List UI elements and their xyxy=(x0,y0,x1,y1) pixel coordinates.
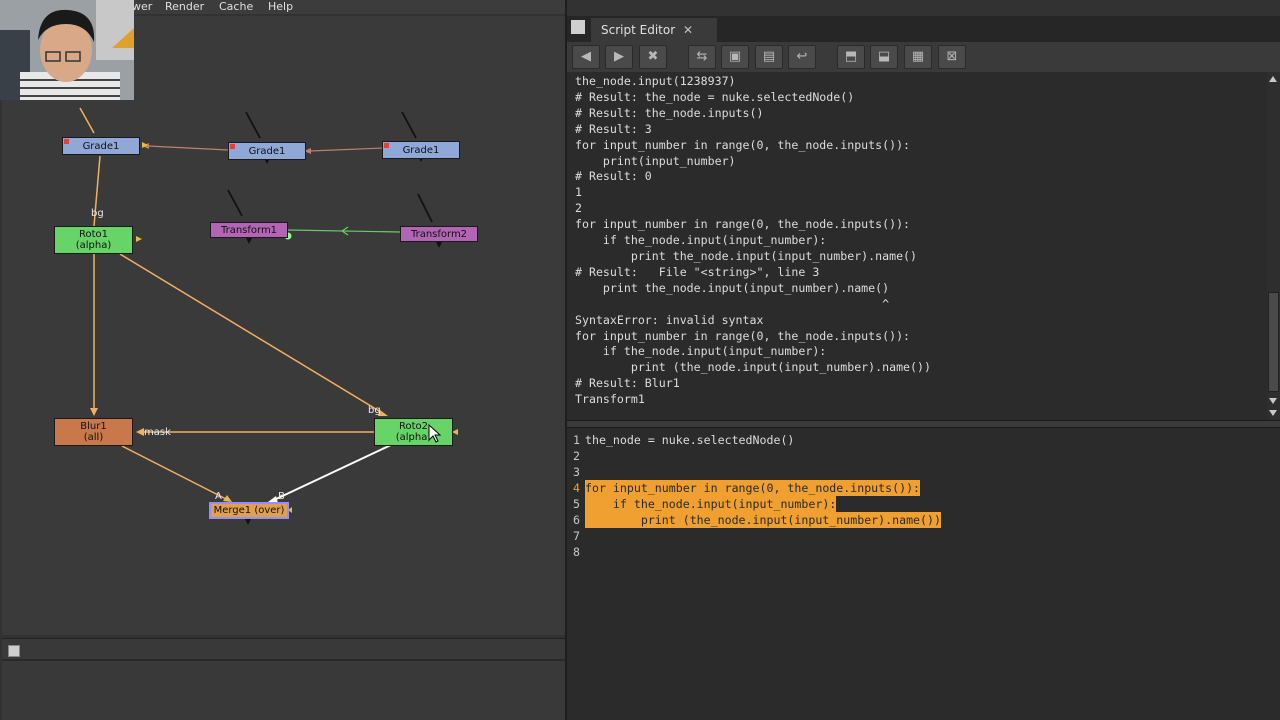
script-output-pane[interactable]: the_node.input(1238937) # Result: the_no… xyxy=(567,72,1267,420)
presenter-image xyxy=(0,0,134,100)
node-indicator-icon xyxy=(230,144,235,149)
scroll-down-icon[interactable] xyxy=(1269,398,1277,404)
code-line[interactable]: 2 xyxy=(567,448,1280,464)
clear-output-icon[interactable]: ⊠ xyxy=(938,45,966,69)
edge-label-a: A xyxy=(215,491,222,502)
node-label: Grade1 xyxy=(82,140,120,152)
close-icon[interactable]: ✕ xyxy=(683,18,693,42)
tab-script-editor[interactable]: Script Editor ✕ xyxy=(591,18,717,42)
show-output-only-icon[interactable]: ⬓ xyxy=(870,45,898,69)
node-sublabel: (alpha) xyxy=(75,240,112,251)
code-text-selected: print (the_node.input(input_number).name… xyxy=(585,512,941,528)
menu-viewer[interactable]: wer xyxy=(132,0,152,13)
code-line[interactable]: 5 if the_node.input(input_number): xyxy=(567,496,1280,512)
edge-label-mask: mask xyxy=(144,427,171,438)
code-line[interactable]: 8 xyxy=(567,544,1280,560)
node-label: Merge1 (over) xyxy=(213,505,285,516)
node-sublabel: (all) xyxy=(83,432,104,443)
edge-label-b: B xyxy=(278,491,285,502)
node-label: Roto1 xyxy=(78,229,109,240)
script-editor-tabbar: Script Editor ✕ xyxy=(567,16,1280,42)
line-number: 1 xyxy=(573,433,580,447)
edge-label-bg: bg xyxy=(368,405,381,416)
script-input-lines[interactable]: 1 the_node = nuke.selectedNode() 2 3 4 for… xyxy=(567,432,1280,560)
clear-history-icon[interactable]: ✖ xyxy=(639,45,667,69)
code-line[interactable]: 1 the_node = nuke.selectedNode() xyxy=(567,432,1280,448)
line-number: 6 xyxy=(573,513,580,527)
edge-label-bg: bg xyxy=(91,208,104,219)
node-grade1-a[interactable]: Grade1 xyxy=(62,137,140,155)
script-input-pane[interactable]: 1 the_node = nuke.selectedNode() 2 3 4 for… xyxy=(567,428,1280,720)
menu-cache[interactable]: Cache xyxy=(219,0,253,13)
script-output-text: the_node.input(1238937) # Result: the_no… xyxy=(575,74,931,407)
node-label: Transform2 xyxy=(410,228,468,240)
line-number: 7 xyxy=(573,529,580,543)
node-graph-pipes xyxy=(79,107,458,525)
panel-grip-icon[interactable] xyxy=(8,645,20,657)
node-label: Grade1 xyxy=(402,144,440,156)
node-transform1[interactable]: Transform1 xyxy=(210,222,288,238)
pane-grip-icon[interactable] xyxy=(571,20,585,34)
show-both-icon[interactable]: ▦ xyxy=(904,45,932,69)
code-line[interactable]: 7 xyxy=(567,528,1280,544)
line-number: 4 xyxy=(573,481,580,495)
node-label: Grade1 xyxy=(248,145,286,157)
node-roto1[interactable]: Roto1 (alpha) xyxy=(54,226,133,254)
node-transform2[interactable]: Transform2 xyxy=(400,226,478,242)
line-number: 3 xyxy=(573,465,580,479)
script-editor-toolbar: ◀ ▶ ✖ ⇆ ▣ ▤ ↩ ⬒ ⬓ ▦ ⊠ xyxy=(567,42,1280,72)
code-text-selected: for input_number in range(0, the_node.in… xyxy=(585,480,921,496)
line-number: 5 xyxy=(573,497,580,511)
code-text: the_node = nuke.selectedNode() xyxy=(585,433,795,447)
panel-divider xyxy=(2,659,565,661)
code-line[interactable]: 6 print (the_node.input(input_number).na… xyxy=(567,512,1280,528)
scroll-up-icon[interactable] xyxy=(1269,76,1277,82)
source-script-icon[interactable]: ⇆ xyxy=(688,45,716,69)
code-line[interactable]: 3 xyxy=(567,464,1280,480)
line-number: 8 xyxy=(573,545,580,559)
node-indicator-icon xyxy=(384,143,389,148)
show-input-only-icon[interactable]: ⬒ xyxy=(837,45,865,69)
scroll-down-end-icon[interactable] xyxy=(1269,410,1277,416)
properties-panel xyxy=(2,638,565,720)
previous-script-icon[interactable]: ◀ xyxy=(572,45,600,69)
node-graph[interactable]: Grade1 Grade1 Grade1 bg Roto1 (alpha) Tr… xyxy=(2,16,565,635)
line-number: 2 xyxy=(573,449,580,463)
node-grade1-c[interactable]: Grade1 xyxy=(382,141,460,159)
node-grade1-b[interactable]: Grade1 xyxy=(228,142,306,160)
code-text-selected: if the_node.input(input_number): xyxy=(585,496,837,512)
node-indicator-icon xyxy=(64,139,69,144)
output-scrollbar[interactable] xyxy=(1267,72,1280,420)
load-script-icon[interactable]: ▣ xyxy=(721,45,749,69)
editor-splitter[interactable] xyxy=(567,420,1280,428)
node-label: Transform1 xyxy=(220,224,278,236)
node-label: Blur1 xyxy=(80,421,107,432)
run-script-icon[interactable]: ↩ xyxy=(788,45,816,69)
tab-label: Script Editor xyxy=(601,23,676,37)
node-blur1[interactable]: Blur1 (all) xyxy=(54,418,133,446)
mouse-cursor-icon xyxy=(428,424,442,443)
menu-help[interactable]: Help xyxy=(268,0,293,13)
next-script-icon[interactable]: ▶ xyxy=(605,45,633,69)
webcam-overlay xyxy=(0,0,134,100)
scroll-thumb[interactable] xyxy=(1268,292,1279,392)
save-script-icon[interactable]: ▤ xyxy=(755,45,783,69)
node-merge1[interactable]: Merge1 (over) xyxy=(209,502,289,519)
code-line[interactable]: 4 for input_number in range(0, the_node.i… xyxy=(567,480,1280,496)
menu-render[interactable]: Render xyxy=(165,0,204,13)
